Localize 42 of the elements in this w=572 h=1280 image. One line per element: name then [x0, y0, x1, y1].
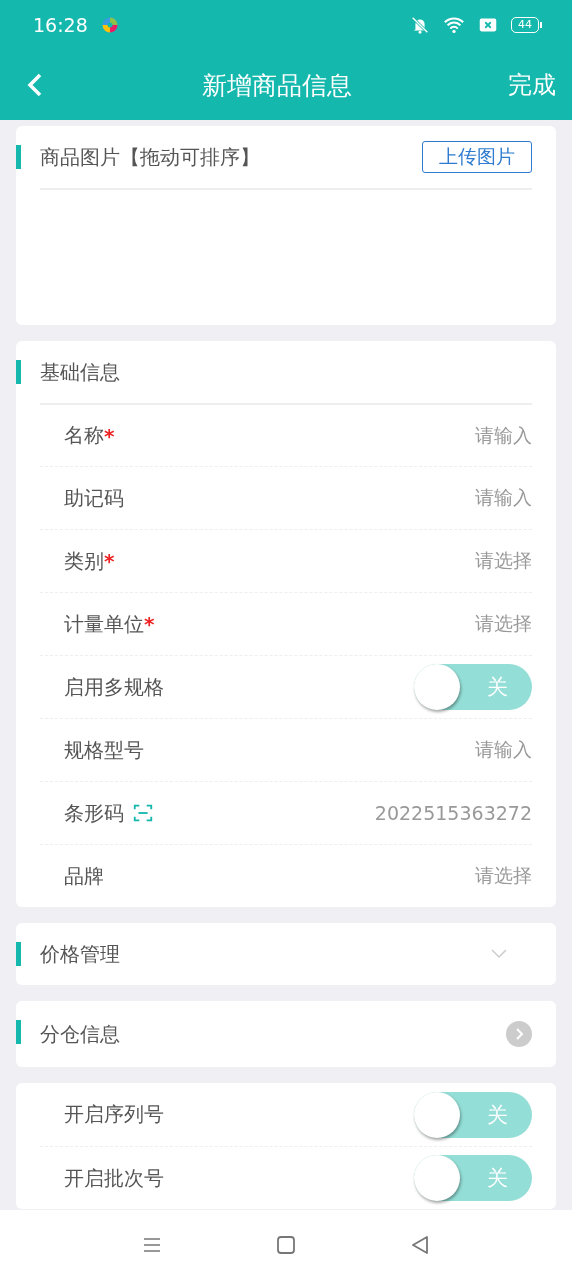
chevron-right-icon[interactable]: [506, 1021, 532, 1047]
field-label: 名称: [64, 422, 104, 449]
field-label: 类别: [64, 547, 104, 575]
page-title: 新增商品信息: [201, 69, 353, 102]
toggle-switch[interactable]: 关: [414, 1155, 532, 1201]
field-label: 规格型号: [64, 736, 144, 764]
section-marker: [16, 942, 21, 966]
field-label: 启用多规格: [64, 673, 164, 701]
chevron-down-icon[interactable]: [490, 948, 508, 960]
done-button[interactable]: 完成: [508, 69, 556, 101]
section-marker: [16, 360, 21, 384]
section-marker: [16, 145, 21, 169]
input-field[interactable]: 请输入: [475, 737, 532, 763]
section-marker: [16, 1020, 21, 1044]
wifi-icon: [443, 14, 465, 36]
status-time: 16:28: [33, 14, 88, 36]
muted-bell-icon: [409, 14, 431, 36]
field-label: 助记码: [64, 484, 124, 512]
required-mark: *: [104, 549, 115, 573]
barcode-value[interactable]: 2022515363272: [374, 802, 532, 824]
section-title: 价格管理: [40, 940, 121, 968]
toggle-switch[interactable]: 关: [414, 1091, 532, 1138]
required-mark: *: [104, 423, 115, 448]
field-label: 开启序列号: [64, 1101, 164, 1128]
select-field[interactable]: 请选择: [475, 548, 532, 574]
input-field[interactable]: 请输入: [475, 485, 532, 511]
section-title: 分仓信息: [40, 1020, 121, 1048]
section-title: 基础信息: [40, 358, 121, 386]
select-field[interactable]: 请选择: [475, 611, 532, 637]
upload-button[interactable]: 上传图片: [422, 141, 532, 173]
scan-icon[interactable]: [132, 802, 154, 824]
field-label: 条形码: [64, 799, 124, 827]
home-icon[interactable]: [274, 1233, 298, 1257]
section-title: 商品图片【拖动可排序】: [40, 143, 261, 171]
toggle-switch[interactable]: 关: [414, 664, 532, 710]
battery-icon: 44: [511, 17, 542, 33]
required-mark: *: [144, 612, 155, 636]
select-field[interactable]: 请选择: [475, 863, 532, 889]
field-label: 计量单位: [64, 610, 144, 638]
field-label: 开启批次号: [64, 1164, 164, 1192]
field-label: 品牌: [64, 862, 104, 890]
input-field[interactable]: 请输入: [475, 422, 532, 449]
